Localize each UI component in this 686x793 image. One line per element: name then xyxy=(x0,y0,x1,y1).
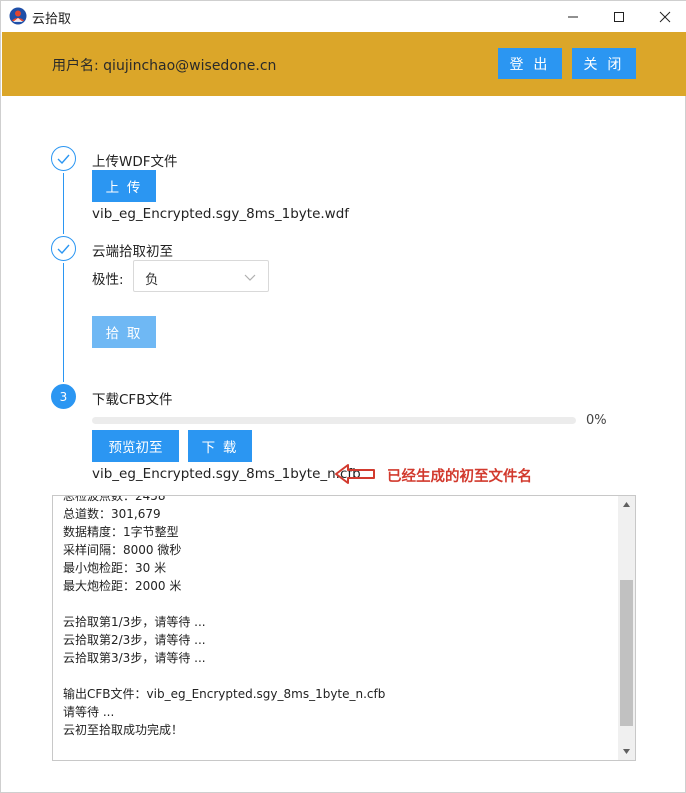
polarity-select[interactable]: 负 xyxy=(133,260,269,292)
log-line: 输出CFB文件：vib_eg_Encrypted.sgy_8ms_1byte_n… xyxy=(63,687,386,701)
pick-button[interactable]: 拾 取 xyxy=(92,316,156,348)
preview-first-break-button[interactable]: 预览初至 xyxy=(92,430,179,462)
log-line: 数据精度：1字节整型 xyxy=(63,525,179,539)
step-connector-1 xyxy=(63,173,64,234)
log-line: 云初至拾取成功完成！ xyxy=(63,723,184,737)
logout-button[interactable]: 登 出 xyxy=(498,48,562,79)
step-1-title: 上传WDF文件 xyxy=(92,154,178,170)
app-window: 云拾取 用户名: qiujinchao@wisedone.cn 登 出 关 闭 … xyxy=(0,0,686,793)
step-3-title: 下载CFB文件 xyxy=(92,392,173,408)
minimize-button[interactable] xyxy=(550,1,596,32)
annotation-label: 已经生成的初至文件名 xyxy=(387,469,532,485)
step-1-check-indicator xyxy=(51,146,76,171)
log-line: 总道数：301,679 xyxy=(63,507,161,521)
triangle-up-icon xyxy=(623,502,630,507)
check-icon xyxy=(57,154,70,164)
user-header: 用户名: qiujinchao@wisedone.cn 登 出 关 闭 xyxy=(2,32,686,96)
left-arrow-icon xyxy=(335,464,375,484)
step-3-number-indicator: 3 xyxy=(51,384,76,409)
username-label: 用户名: qiujinchao@wisedone.cn xyxy=(52,58,277,74)
minimize-icon xyxy=(568,16,578,17)
step-connector-2 xyxy=(63,263,64,382)
triangle-down-icon xyxy=(623,749,630,754)
chevron-down-icon xyxy=(244,274,256,281)
window-title: 云拾取 xyxy=(32,12,72,27)
log-content: 总检波点数：2458 总道数：301,679 数据精度：1字节整型 采样间隔：8000… xyxy=(63,495,618,739)
log-line: 云拾取第2/3步，请等待 ... xyxy=(63,633,206,647)
close-app-button[interactable]: 关 闭 xyxy=(572,48,636,79)
log-line: 总检波点数：2458 xyxy=(63,495,166,503)
log-line: 采样间隔：8000 微秒 xyxy=(63,543,182,557)
maximize-icon xyxy=(614,11,624,22)
check-icon xyxy=(57,244,70,254)
step-2-check-indicator xyxy=(51,236,76,261)
title-bar: 云拾取 xyxy=(1,1,686,32)
download-button[interactable]: 下 载 xyxy=(188,430,252,462)
log-line: 云拾取第3/3步，请等待 ... xyxy=(63,651,206,665)
download-progress-bar xyxy=(92,417,576,424)
app-logo-icon xyxy=(9,7,27,25)
scroll-up-button[interactable] xyxy=(618,496,635,513)
close-icon xyxy=(659,11,671,22)
log-scrollbar[interactable] xyxy=(618,496,635,760)
uploaded-file-name: vib_eg_Encrypted.sgy_8ms_1byte.wdf xyxy=(92,206,350,222)
output-file-name: vib_eg_Encrypted.sgy_8ms_1byte_n.cfb xyxy=(92,466,361,482)
window-close-button[interactable] xyxy=(642,1,686,32)
step-3-number: 3 xyxy=(59,389,68,404)
log-line: 最小炮检距：30 米 xyxy=(63,561,167,575)
polarity-label: 极性: xyxy=(92,272,124,288)
log-line: 最大炮检距：2000 米 xyxy=(63,579,182,593)
download-progress-text: 0% xyxy=(586,413,607,428)
log-line: 请等待 ... xyxy=(63,705,115,719)
step-2-title: 云端拾取初至 xyxy=(92,244,173,260)
scroll-thumb[interactable] xyxy=(620,580,633,726)
log-output-box[interactable]: 总检波点数：2458 总道数：301,679 数据精度：1字节整型 采样间隔：8000… xyxy=(52,495,636,761)
upload-button[interactable]: 上 传 xyxy=(92,170,156,202)
polarity-select-value: 负 xyxy=(145,272,159,288)
scroll-down-button[interactable] xyxy=(618,743,635,760)
log-line: 云拾取第1/3步，请等待 ... xyxy=(63,615,206,629)
maximize-button[interactable] xyxy=(596,1,642,32)
